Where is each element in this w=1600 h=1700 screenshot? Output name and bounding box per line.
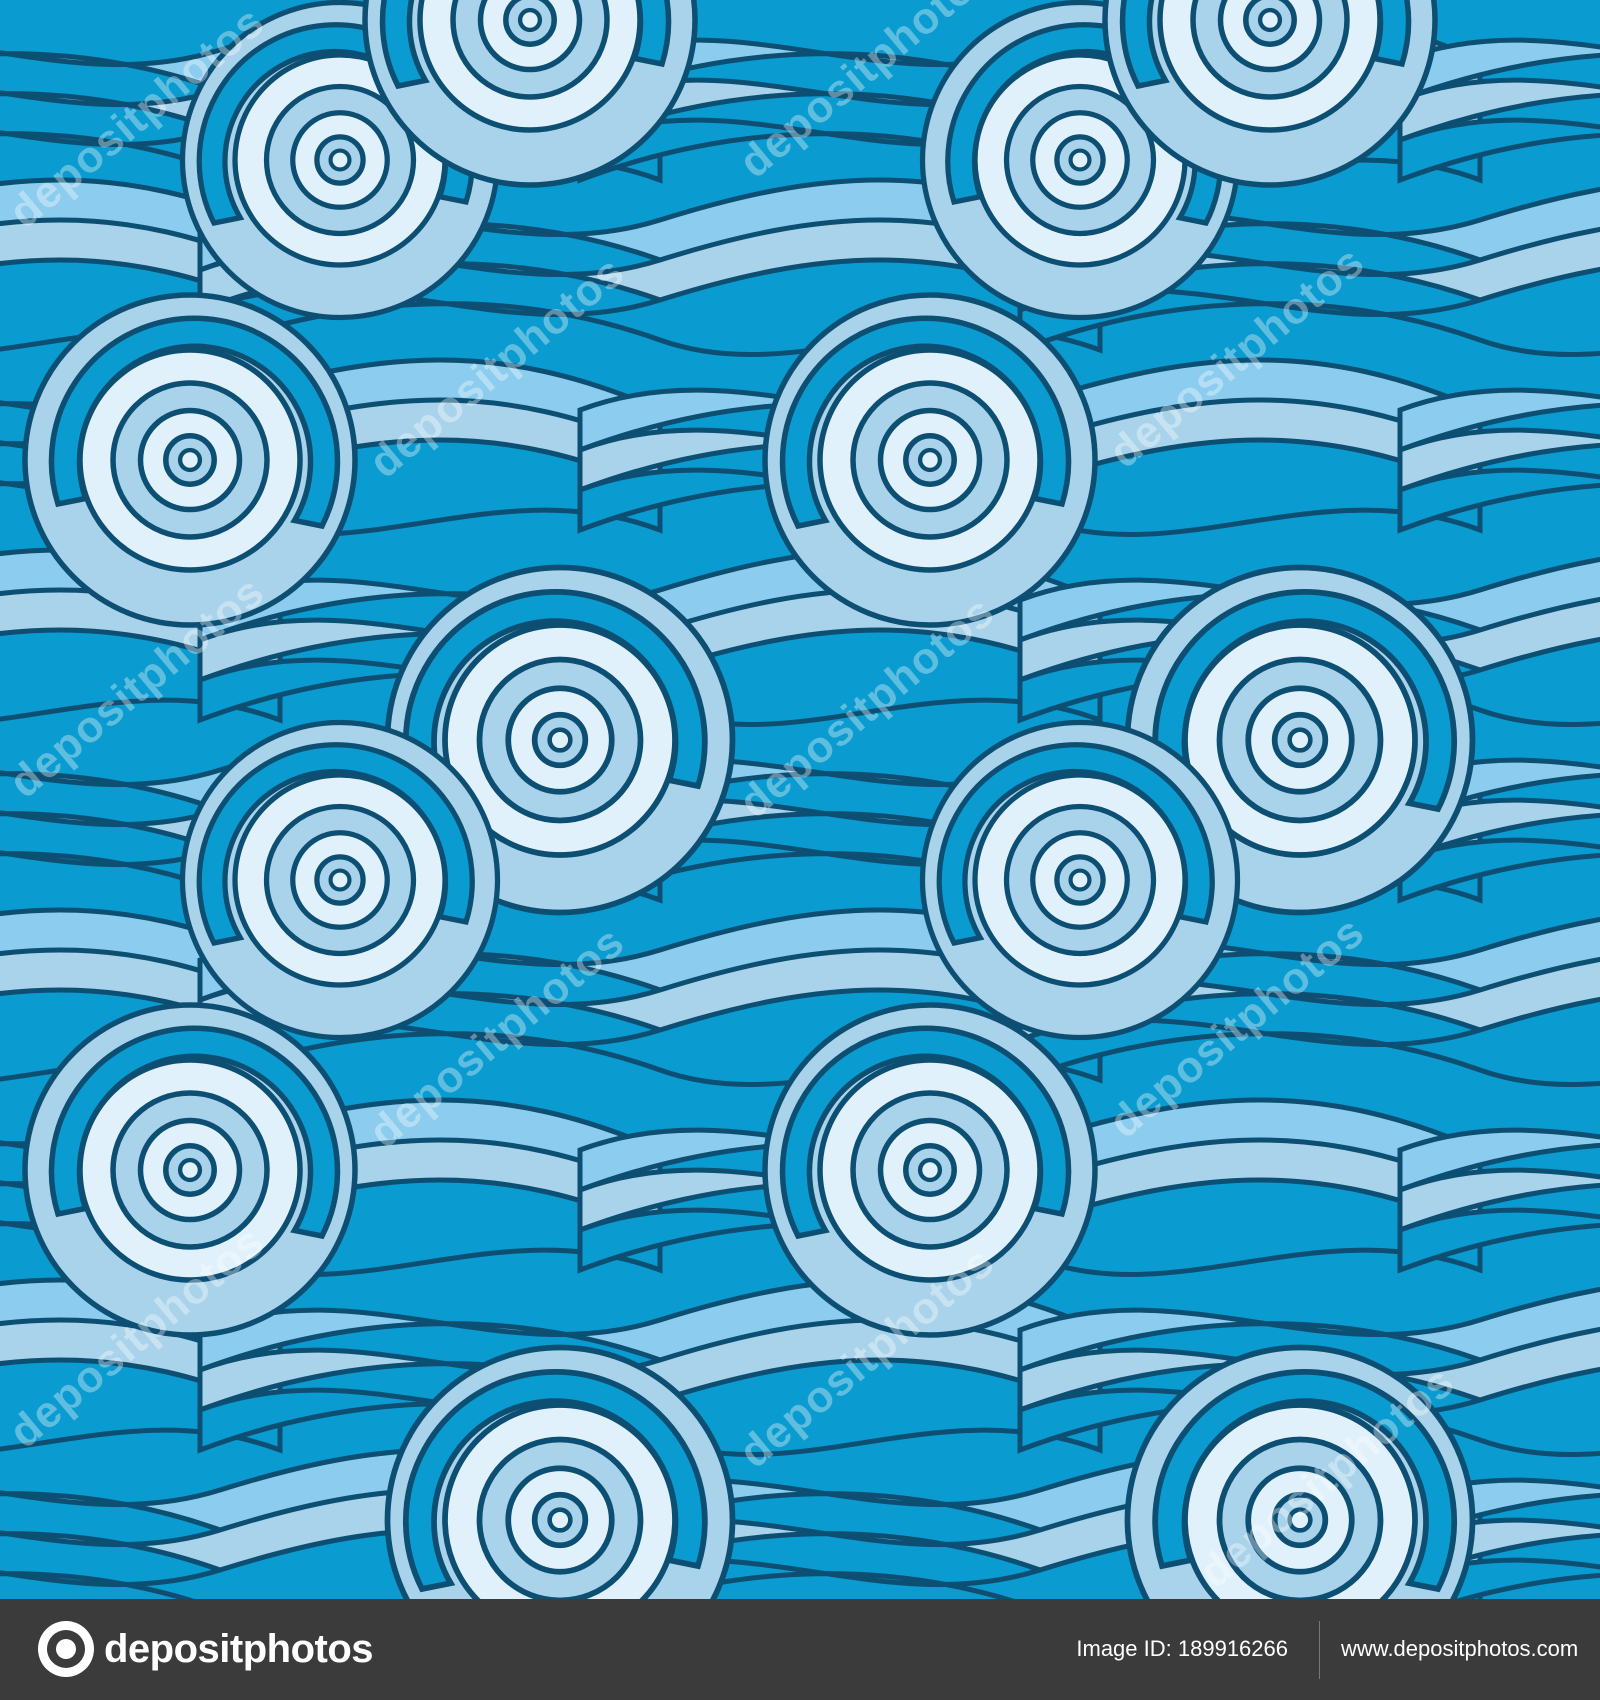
wave-swirl <box>25 295 355 625</box>
footer-bar: depositphotos Image ID: 189916266 www.de… <box>0 1599 1600 1700</box>
wave-swirl <box>25 1005 355 1335</box>
camera-aperture-icon <box>38 1621 94 1677</box>
wave-swirl <box>183 723 498 1038</box>
wave-pattern-svg <box>0 0 1600 1599</box>
footer-divider <box>1319 1621 1320 1679</box>
stock-image-page: depositphotos depositphotos depositphoto… <box>0 0 1600 1700</box>
image-id-value: 189916266 <box>1177 1636 1288 1661</box>
image-id: Image ID: 189916266 <box>1076 1636 1288 1662</box>
wave-swirl <box>923 723 1238 1038</box>
logo-text: depositphotos <box>104 1626 374 1671</box>
wave-swirl <box>765 1005 1095 1335</box>
wave-swirl <box>765 295 1095 625</box>
image-id-label: Image ID: <box>1076 1636 1172 1661</box>
wave-pattern-artwork <box>0 0 1600 1599</box>
depositphotos-logo[interactable]: depositphotos <box>38 1621 374 1677</box>
site-url-link[interactable]: www.depositphotos.com <box>1341 1636 1578 1662</box>
